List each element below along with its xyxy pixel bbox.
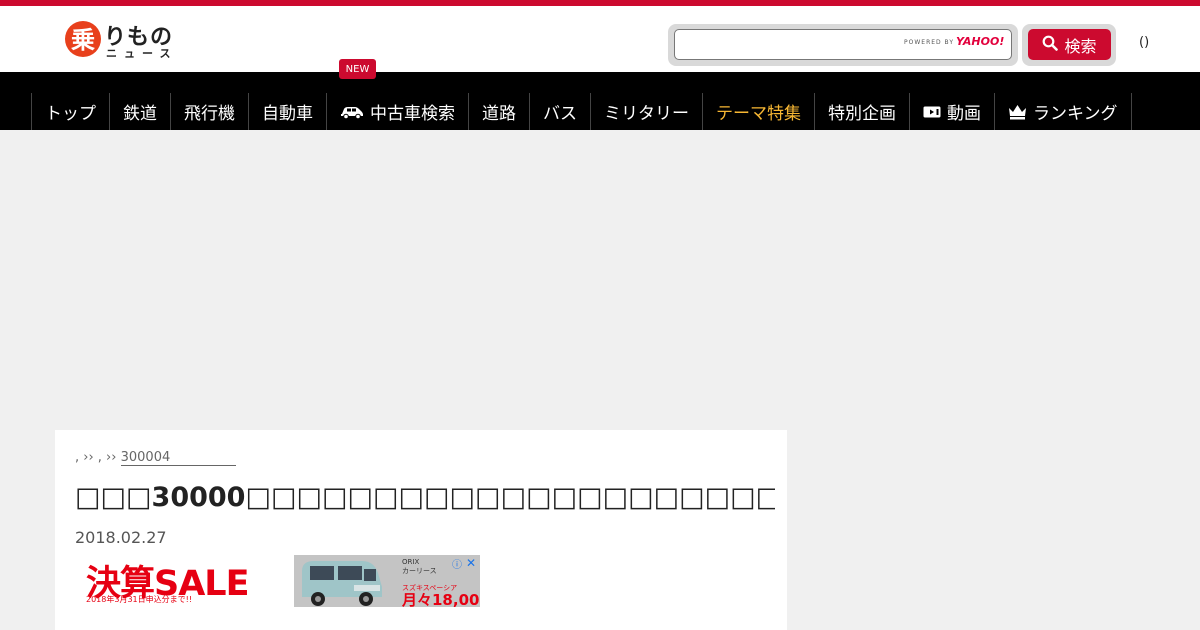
nav-label: 鉄道 (123, 104, 157, 124)
video-icon (923, 105, 941, 119)
breadcrumb-prefix: , ›› , ›› (75, 450, 117, 465)
ad-banner[interactable]: 決算SALE 2018年3月31日申込分まで!! ORIX カーリース ⓘ ✕ … (80, 555, 480, 607)
nav-label: 道路 (482, 104, 516, 124)
car-icon (340, 105, 364, 119)
nav-label: 飛行機 (184, 104, 235, 124)
search-button-frame: 検索 (1022, 24, 1116, 66)
info-icon[interactable]: ⓘ (452, 556, 462, 571)
article-card: , ›› , ›› 300004 □□□30000□□□□□□□□□□□□□□□… (55, 430, 787, 630)
close-icon[interactable]: ✕ (466, 556, 476, 570)
logo-subtext: ニュース (106, 47, 178, 60)
nav-item-bus[interactable]: バス (530, 93, 591, 130)
nav-label: 特別企画 (828, 104, 896, 124)
user-menu-text[interactable]: () (1139, 35, 1149, 50)
main-nav: トップ 鉄道 飛行機 自動車 中古車検索 道路 バス ミリタリー テーマ特集 特… (0, 72, 1200, 130)
site-logo[interactable]: 乗 りもの ニュース (64, 18, 194, 62)
nav-item-road[interactable]: 道路 (469, 93, 530, 130)
nav-label: バス (543, 104, 577, 124)
nav-item-ranking[interactable]: ランキング (995, 93, 1132, 130)
ad-brand-sub: カーリース (402, 567, 437, 575)
ad-brand-name: ORIX (402, 558, 420, 566)
nav-item-military[interactable]: ミリタリー (591, 93, 703, 130)
search-button[interactable]: 検索 (1028, 29, 1111, 60)
nav-label: テーマ特集 (716, 104, 801, 124)
site-header: 乗 りもの ニュース POWERED BY YAHOO! 検索 () (0, 6, 1200, 72)
nav-label: ミリタリー (604, 104, 689, 124)
nav-item-special[interactable]: 特別企画 (815, 93, 910, 130)
new-badge: NEW (339, 59, 376, 79)
yahoo-logo: YAHOO! (956, 35, 1005, 48)
ad-brand: ORIX カーリース (402, 558, 437, 576)
nav-item-aircraft[interactable]: 飛行機 (171, 93, 249, 130)
nav-item-car[interactable]: 自動車 (249, 93, 327, 130)
nav-label: 動画 (947, 104, 981, 124)
nav-label: ランキング (1033, 104, 1118, 124)
logo-mark-glyph: 乗 (71, 26, 95, 54)
nav-label: 自動車 (262, 104, 313, 124)
norimono-logo-icon: 乗 (64, 18, 102, 58)
search-icon (1042, 35, 1059, 55)
ad-note: 2018年3月31日申込分まで!! (86, 595, 193, 604)
ad-price: 月々18,000円 (402, 591, 480, 607)
crown-icon (1008, 104, 1027, 120)
nav-item-railway[interactable]: 鉄道 (110, 93, 171, 130)
nav-item-video[interactable]: 動画 (910, 93, 995, 130)
nav-label: 中古車検索 (370, 104, 455, 124)
breadcrumb-link[interactable]: 300004 (120, 450, 237, 466)
search-box: POWERED BY YAHOO! (668, 24, 1018, 66)
nav-item-top[interactable]: トップ (32, 93, 110, 130)
article-title: □□□30000□□□□□□□□□□□□□□□□□□□□□□□□□□□□4□□□… (75, 482, 775, 513)
breadcrumb: , ›› , ›› 300004 (75, 450, 237, 466)
nav-item-theme[interactable]: テーマ特集 (703, 93, 815, 130)
search-button-label: 検索 (1064, 36, 1097, 56)
nav-label: トップ (45, 104, 96, 124)
nav-item-used-car-search[interactable]: 中古車検索 (327, 93, 469, 130)
article-date: 2018.02.27 (75, 528, 167, 547)
powered-by-label: POWERED BY (904, 39, 955, 46)
ad-car-image: ORIX カーリース ⓘ ✕ スズキスペーシア 月々18,000円 (294, 555, 480, 607)
